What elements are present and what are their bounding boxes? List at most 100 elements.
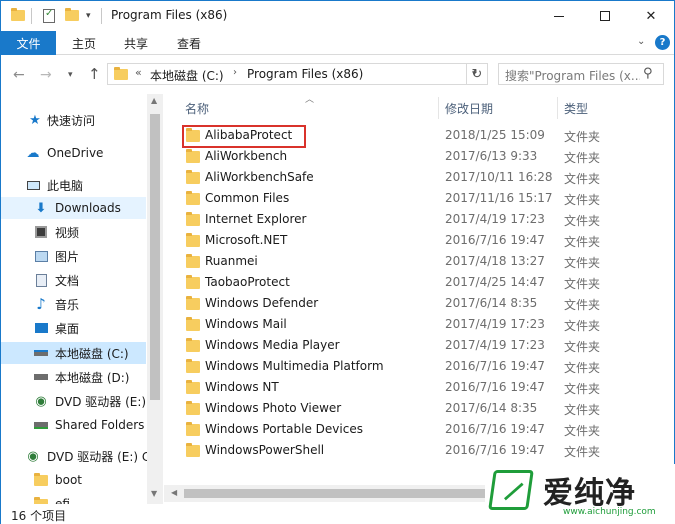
sidebar-item-downloads[interactable]: ⬇ Downloads [1,197,146,219]
sidebar-item-videos[interactable]: 视频 [1,221,146,243]
sidebar-item-boot[interactable]: boot [1,469,146,491]
watermark-url: www.aichunjing.com [563,507,656,517]
breadcrumb-chevron-icon[interactable]: › [233,67,237,78]
table-row[interactable]: Windows Media Player 2017/4/19 17:23 文件夹 [164,335,674,356]
address-overflow[interactable]: « [135,66,142,79]
file-date: 2016/7/16 19:47 [445,443,545,457]
sidebar-item-shared-folders[interactable]: Shared Folders [1,414,146,436]
highlight-box [182,125,306,148]
refresh-button[interactable]: ↻ [466,63,488,85]
folder-icon [186,401,200,415]
address-bar[interactable]: « 本地磁盘 (C:) › Program Files (x86) ▾ [107,63,488,85]
sidebar-item-desktop[interactable]: 桌面 [1,317,146,339]
breadcrumb-drive[interactable]: 本地磁盘 (C:) [150,67,224,84]
file-type: 文件夹 [564,130,601,144]
table-row[interactable]: Microsoft.NET 2016/7/16 19:47 文件夹 [164,230,674,251]
sidebar-item-pictures[interactable]: 图片 [1,245,146,267]
search-placeholder: 搜索"Program Files (x... [505,69,640,83]
tab-share[interactable]: 共享 [124,31,148,55]
drive-icon [33,369,49,385]
column-divider[interactable] [438,97,439,119]
file-date: 2017/4/19 17:23 [445,317,545,331]
tab-file[interactable]: 文件 [1,31,56,55]
sidebar-item-local-disk-c[interactable]: 本地磁盘 (C:) [1,342,146,364]
table-row[interactable]: Windows Multimedia Platform 2016/7/16 19:… [164,356,674,377]
table-row[interactable]: AliWorkbench 2017/6/13 9:33 文件夹 [164,146,674,167]
file-name: Windows Multimedia Platform [205,359,384,373]
table-row[interactable]: Common Files 2017/11/16 15:17 文件夹 [164,188,674,209]
table-row[interactable]: WindowsPowerShell 2016/7/16 19:47 文件夹 [164,440,674,461]
sidebar-scrollbar[interactable]: ▲ ▼ [147,94,163,504]
column-header-type[interactable]: 类型 [564,98,654,118]
chevron-down-icon[interactable]: ▾ [86,11,91,21]
download-arrow-icon: ⬇ [35,200,47,216]
minimize-icon [554,15,564,17]
navigation-bar: ← → ▾ ↑ « 本地磁盘 (C:) › Program Files (x86… [1,56,674,94]
search-icon[interactable]: ⚲ [643,66,653,81]
help-icon[interactable]: ? [655,35,670,50]
sidebar-item-music[interactable]: ♪ 音乐 [1,293,146,315]
file-type: 文件夹 [564,277,601,291]
column-header-name[interactable]: 名称 [185,98,437,118]
up-button[interactable]: ↑ [88,65,101,83]
table-row[interactable]: Windows Photo Viewer 2017/6/14 8:35 文件夹 [164,398,674,419]
scroll-up-icon[interactable]: ▲ [151,96,157,105]
sidebar-item-local-disk-d[interactable]: 本地磁盘 (D:) [1,366,146,388]
file-date: 2017/6/14 8:35 [445,401,538,415]
scroll-left-icon[interactable]: ◀ [171,488,177,497]
search-input[interactable]: 搜索"Program Files (x... ⚲ [498,63,664,85]
column-header-date[interactable]: 修改日期 [445,98,555,118]
table-row[interactable]: Internet Explorer 2017/4/19 17:23 文件夹 [164,209,674,230]
horizontal-scrollbar-thumb[interactable] [184,489,504,498]
sidebar-item-this-pc[interactable]: 此电脑 [1,174,146,196]
tab-view[interactable]: 查看 [177,31,201,55]
file-date: 2017/10/11 16:28 [445,170,553,184]
file-name: Windows Media Player [205,338,340,352]
sidebar-item-dvd-drive-e[interactable]: ◉ DVD 驱动器 (E:) [1,390,146,412]
tab-home[interactable]: 主页 [72,31,96,55]
forward-button[interactable]: → [40,67,52,83]
file-name: Windows Mail [205,317,287,331]
window-title: Program Files (x86) [111,8,228,22]
sidebar-scrollbar-thumb[interactable] [150,114,160,400]
folder-icon [186,422,200,436]
music-note-icon: ♪ [36,295,46,313]
desktop-icon [33,320,49,336]
file-type: 文件夹 [564,445,601,459]
back-button[interactable]: ← [13,67,25,83]
table-row[interactable]: Windows Defender 2017/6/14 8:35 文件夹 [164,293,674,314]
folder-icon [186,359,200,373]
computer-icon [25,177,41,193]
recent-locations-icon[interactable]: ▾ [68,70,73,80]
maximize-button[interactable] [582,1,628,31]
ribbon-tabs: 文件 主页 共享 查看 ⌄ ? [1,31,674,55]
file-name: Windows Photo Viewer [205,401,342,415]
scroll-down-icon[interactable]: ▼ [151,489,157,498]
sidebar-item-dvd-drive-e-root[interactable]: ◉ DVD 驱动器 (E:) C [1,445,150,467]
quick-access-separator [101,8,102,24]
new-folder-icon[interactable] [65,8,79,21]
file-type: 文件夹 [564,382,601,396]
table-row[interactable]: Windows Mail 2017/4/19 17:23 文件夹 [164,314,674,335]
folder-icon [33,472,49,488]
expand-ribbon-icon[interactable]: ⌄ [637,36,645,47]
sidebar-item-efi[interactable]: efi [1,493,146,504]
minimize-button[interactable] [536,1,582,31]
table-row[interactable]: TaobaoProtect 2017/4/25 14:47 文件夹 [164,272,674,293]
breadcrumb-folder[interactable]: Program Files (x86) [247,67,363,81]
sidebar-item-documents[interactable]: 文档 [1,269,146,291]
sidebar-item-onedrive[interactable]: ☁ OneDrive [1,142,146,164]
table-row[interactable]: Ruanmei 2017/4/18 13:27 文件夹 [164,251,674,272]
properties-icon[interactable] [43,8,55,23]
folder-icon [186,149,200,163]
file-date: 2017/4/18 13:27 [445,254,545,268]
maximize-icon [600,11,610,21]
folder-icon [186,296,200,310]
quick-access-separator [31,8,32,24]
sidebar-item-quick-access[interactable]: ★ 快速访问 [1,109,146,131]
column-divider[interactable] [557,97,558,119]
close-button[interactable]: ✕ [628,1,674,31]
table-row[interactable]: Windows Portable Devices 2016/7/16 19:47 文… [164,419,674,440]
table-row[interactable]: AliWorkbenchSafe 2017/10/11 16:28 文件夹 [164,167,674,188]
table-row[interactable]: Windows NT 2016/7/16 19:47 文件夹 [164,377,674,398]
